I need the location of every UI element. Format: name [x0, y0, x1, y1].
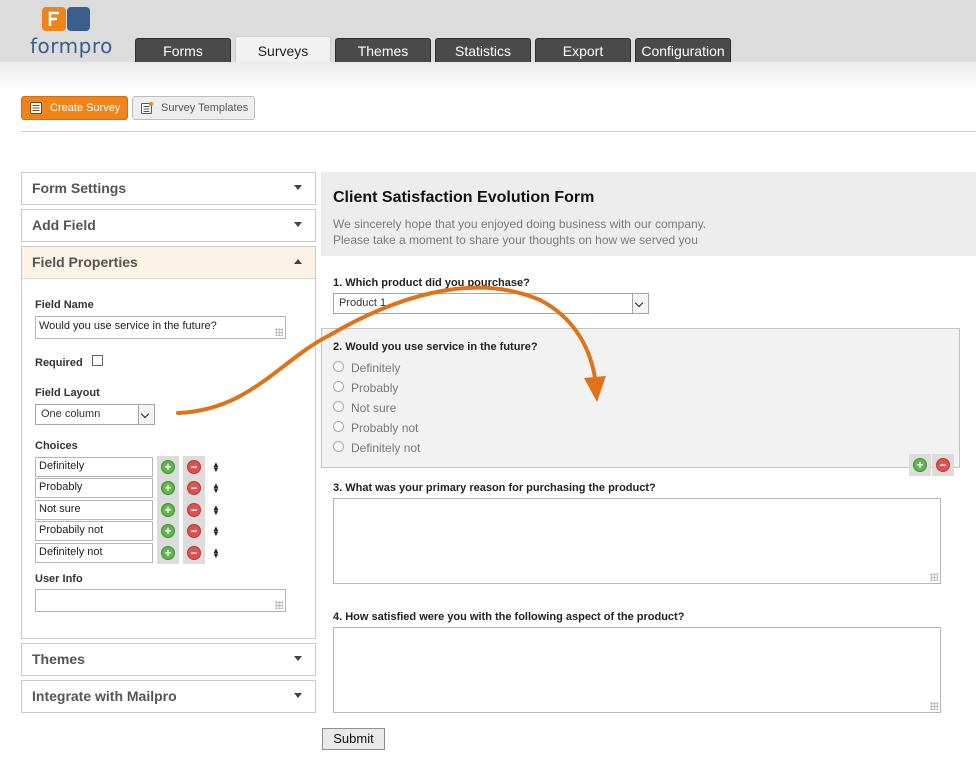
annotation-arrow-icon — [176, 285, 606, 415]
